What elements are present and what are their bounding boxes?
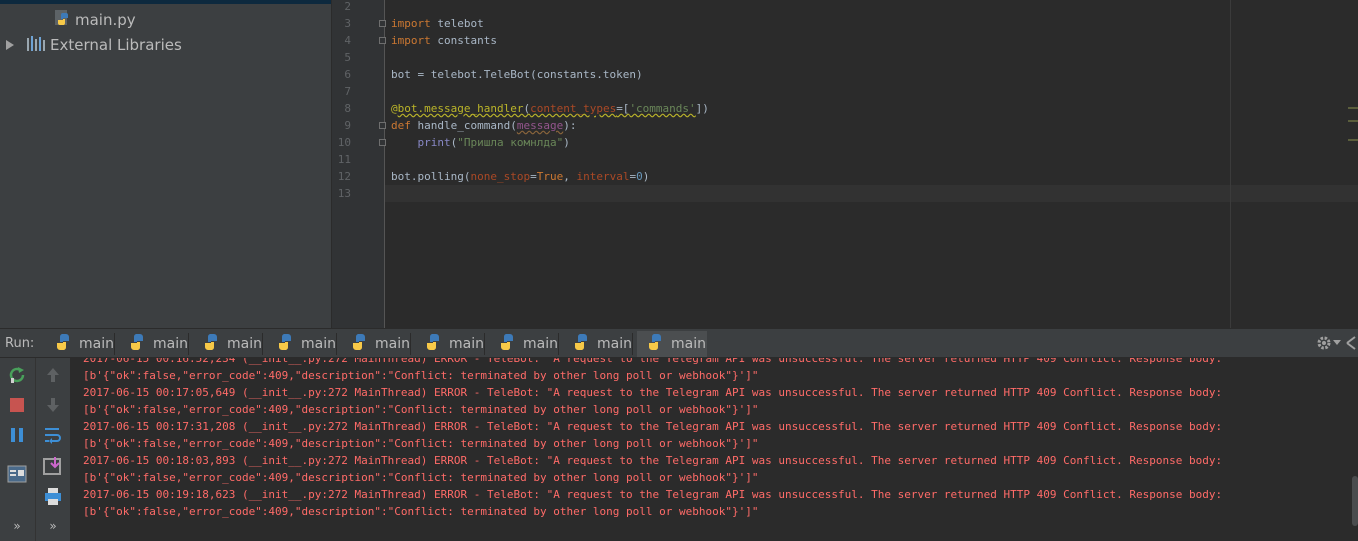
run-tab[interactable]: main: [267, 331, 336, 357]
tab-separator: [410, 333, 411, 355]
console-line: [b'{"ok":false,"error_code":409,"descrip…: [83, 437, 759, 450]
tab-separator: [114, 333, 115, 355]
project-panel: main.py External Libraries: [0, 0, 331, 328]
console-line: [b'{"ok":false,"error_code":409,"descrip…: [83, 369, 759, 382]
run-console-output[interactable]: 2017-06-15 00:16:52,234 (__init__.py:272…: [71, 358, 1358, 541]
run-tab[interactable]: main: [415, 331, 484, 357]
line-number: 4: [344, 34, 351, 47]
warning-stripe[interactable]: [1348, 120, 1358, 122]
soft-wrap-icon[interactable]: [43, 425, 63, 445]
scroll-to-end-icon[interactable]: [43, 456, 63, 476]
python-file-icon: [54, 9, 72, 31]
python-file-icon: [201, 332, 221, 356]
tree-item-external-libraries[interactable]: External Libraries: [5, 35, 182, 55]
python-file-icon: [423, 332, 443, 356]
console-line: [b'{"ok":false,"error_code":409,"descrip…: [83, 505, 759, 518]
console-line: 2017-06-15 00:18:03,893 (__init__.py:272…: [83, 454, 1223, 467]
tree-item-label: External Libraries: [50, 36, 182, 54]
code-line-9: def handle_command(message):: [391, 119, 577, 132]
python-file-icon: [645, 332, 665, 356]
python-file-icon: [349, 332, 369, 356]
console-line: 2017-06-15 00:17:31,208 (__init__.py:272…: [83, 420, 1223, 433]
current-line-highlight: [385, 185, 1358, 202]
tab-separator: [558, 333, 559, 355]
print-icon[interactable]: [43, 486, 63, 506]
console-scrollbar[interactable]: [1352, 476, 1358, 526]
code-line-8: @bot.message_handler(content_types=['com…: [391, 102, 709, 115]
line-number: 6: [344, 68, 351, 81]
down-arrow-icon[interactable]: [43, 395, 63, 415]
line-number: 5: [344, 51, 351, 64]
console-line: 2017-06-15 00:19:18,623 (__init__.py:272…: [83, 488, 1223, 501]
run-toolbar: Run: main main main main main main main …: [0, 328, 1358, 358]
right-margin-guide: [1230, 0, 1231, 328]
rerun-icon[interactable]: [7, 365, 27, 385]
console-line: 2017-06-15 00:17:05,649 (__init__.py:272…: [83, 386, 1223, 399]
code-line-4: import constants: [391, 34, 497, 47]
tab-separator: [188, 333, 189, 355]
tab-separator: [262, 333, 263, 355]
more-icon[interactable]: »: [7, 516, 27, 536]
tab-separator: [632, 333, 633, 355]
run-tab[interactable]: main: [45, 331, 114, 357]
stop-icon[interactable]: [7, 395, 27, 415]
tree-item-main-py[interactable]: main.py: [54, 10, 136, 30]
run-tab[interactable]: main: [563, 331, 632, 357]
line-number: 9: [344, 119, 351, 132]
tree-item-label: main.py: [75, 11, 136, 29]
more-icon[interactable]: »: [43, 516, 63, 536]
expand-arrow-icon[interactable]: [5, 36, 14, 54]
code-line-12: bot.polling(none_stop=True, interval=0): [391, 170, 650, 183]
run-tab[interactable]: main: [193, 331, 262, 357]
console-line: [b'{"ok":false,"error_code":409,"descrip…: [83, 403, 759, 416]
python-file-icon: [571, 332, 591, 356]
pause-icon[interactable]: [7, 425, 27, 445]
warning-stripe[interactable]: [1348, 139, 1358, 141]
chevron-down-icon[interactable]: [1332, 333, 1342, 353]
line-number: 2: [344, 0, 351, 13]
console-line: 2017-06-15 00:16:52,234 (__init__.py:272…: [83, 358, 1223, 365]
code-line-3: import telebot: [391, 17, 484, 30]
fold-marker-icon[interactable]: [379, 139, 386, 146]
line-number: 11: [337, 153, 351, 166]
selected-row-fragment: [0, 0, 331, 4]
python-file-icon: [497, 332, 517, 356]
settings-gear-icon[interactable]: [1314, 333, 1334, 353]
line-number: 13: [337, 187, 351, 200]
fold-marker-icon[interactable]: [379, 20, 386, 27]
run-tab[interactable]: main: [119, 331, 188, 357]
fold-marker-icon[interactable]: [379, 37, 386, 44]
line-number: 12: [337, 170, 351, 183]
run-tab-active[interactable]: main: [637, 331, 707, 357]
line-number: 7: [344, 85, 351, 98]
editor-gutter: 2 3 4 5 6 7 8 9 10 11 12 13: [332, 0, 386, 328]
python-file-icon: [53, 332, 73, 356]
line-number: 3: [344, 17, 351, 30]
console-line: [b'{"ok":false,"error_code":409,"descrip…: [83, 471, 759, 484]
code-line-10: print("Пришла комнлда"): [417, 136, 570, 149]
line-number: 8: [344, 102, 351, 115]
fold-marker-icon[interactable]: [379, 122, 386, 129]
up-arrow-icon[interactable]: [43, 365, 63, 385]
python-file-icon: [127, 332, 147, 356]
tab-separator: [336, 333, 337, 355]
toolstrip-divider: [35, 358, 36, 541]
hide-icon[interactable]: [1344, 333, 1358, 353]
library-icon: [26, 35, 46, 55]
tab-separator: [484, 333, 485, 355]
run-tab[interactable]: main: [489, 331, 558, 357]
warning-stripe[interactable]: [1348, 107, 1358, 109]
code-line-6: bot = telebot.TeleBot(constants.token): [391, 68, 643, 81]
code-editor[interactable]: 2 3 4 5 6 7 8 9 10 11 12 13 import teleb…: [332, 0, 1358, 328]
run-label: Run:: [5, 336, 35, 351]
line-number: 10: [337, 136, 351, 149]
python-file-icon: [275, 332, 295, 356]
run-tab[interactable]: main: [341, 331, 410, 357]
layout-icon[interactable]: [7, 464, 27, 484]
